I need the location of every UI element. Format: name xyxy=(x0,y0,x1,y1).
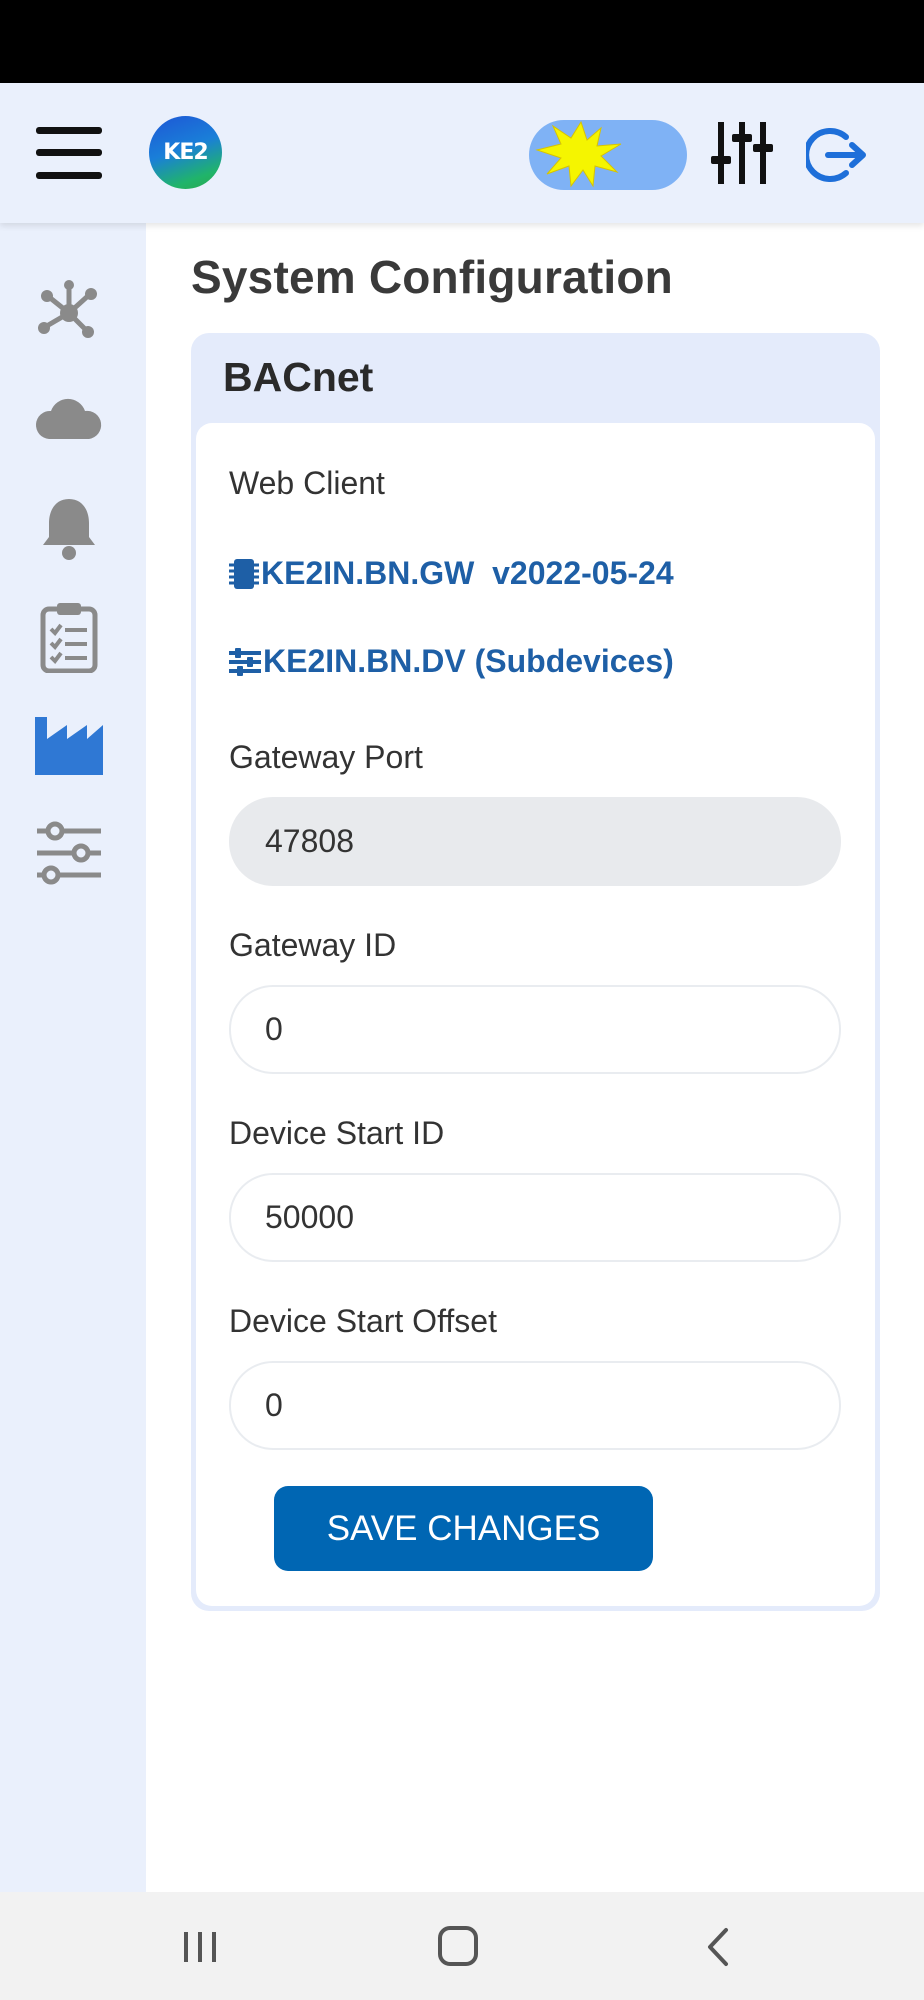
gateway-port-label: Gateway Port xyxy=(229,739,423,775)
sun-icon xyxy=(535,120,622,188)
factory-icon[interactable] xyxy=(33,709,105,781)
gateway-id-field[interactable]: 0 xyxy=(229,985,841,1074)
device-start-id-field[interactable]: 50000 xyxy=(229,1173,841,1262)
gateway-id-label: Gateway ID xyxy=(229,927,397,963)
web-client-label: Web Client xyxy=(229,465,385,501)
home-icon[interactable] xyxy=(428,1920,488,1974)
list-settings-icon xyxy=(229,647,261,676)
tune-icon[interactable] xyxy=(710,120,774,186)
device-start-id-label: Device Start ID xyxy=(229,1115,445,1151)
bacnet-card: BACnet Web Client KE2IN.BN.GW v2022-05-2… xyxy=(191,333,880,1611)
menu-icon[interactable] xyxy=(36,127,102,179)
clipboard-icon[interactable] xyxy=(33,601,105,674)
sidebar xyxy=(0,223,146,1892)
device-start-offset-label: Device Start Offset xyxy=(229,1303,497,1339)
logo-text: KE2 xyxy=(163,140,208,165)
gateway-port-field: 47808 xyxy=(229,797,841,886)
card-body: Web Client KE2IN.BN.GW v2022-05-24 KE2IN… xyxy=(196,423,875,1606)
back-icon[interactable] xyxy=(688,1920,748,1974)
logout-icon[interactable] xyxy=(803,125,868,185)
page-title: System Configuration xyxy=(191,251,673,303)
android-nav-bar xyxy=(0,1892,924,2000)
device-start-offset-field[interactable]: 0 xyxy=(229,1361,841,1450)
bell-icon[interactable] xyxy=(33,493,105,565)
subdevices-link-text: KE2IN.BN.DV (Subdevices) xyxy=(263,643,674,679)
top-app-bar: KE2 xyxy=(0,83,924,223)
cloud-icon[interactable] xyxy=(33,385,105,457)
save-changes-button[interactable]: SAVE CHANGES xyxy=(274,1486,653,1571)
chip-icon xyxy=(229,558,259,589)
network-icon[interactable] xyxy=(33,277,105,349)
sliders-icon[interactable] xyxy=(33,817,105,889)
theme-toggle[interactable] xyxy=(529,120,687,190)
card-title: BACnet xyxy=(223,354,374,400)
gateway-link[interactable]: KE2IN.BN.GW v2022-05-24 xyxy=(229,555,674,592)
ke2-logo: KE2 xyxy=(149,116,222,189)
status-bar xyxy=(0,0,924,83)
subdevices-link[interactable]: KE2IN.BN.DV (Subdevices) xyxy=(229,643,674,680)
gateway-link-text: KE2IN.BN.GW v2022-05-24 xyxy=(261,555,674,591)
recent-apps-icon[interactable] xyxy=(170,1920,230,1974)
